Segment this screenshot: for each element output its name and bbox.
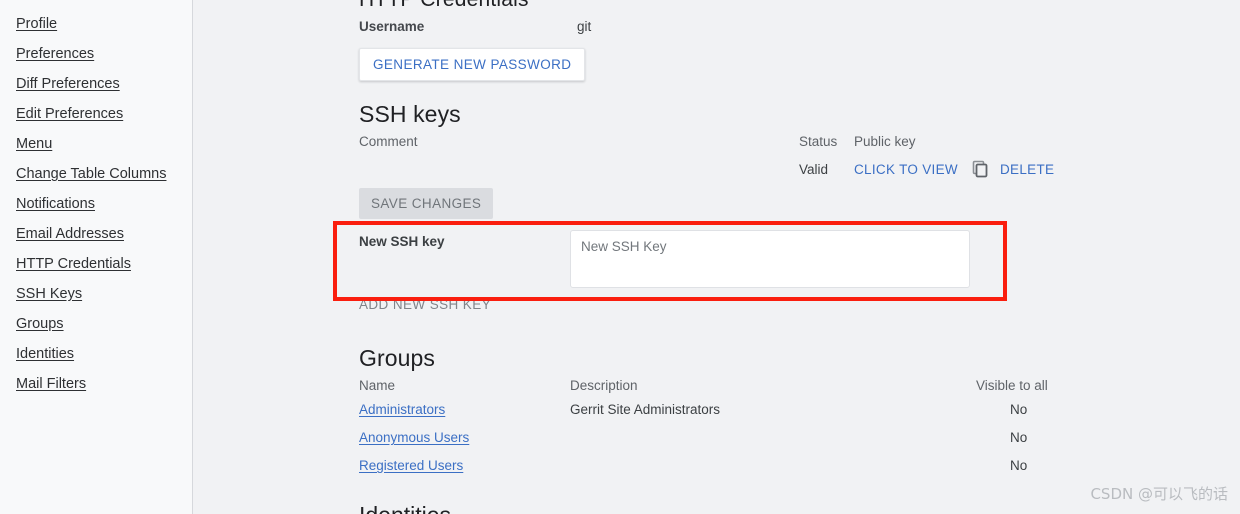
settings-sidebar: Profile Preferences Diff Preferences Edi… <box>0 0 193 514</box>
http-credentials-heading: HTTP Credentials <box>359 0 529 12</box>
group-visible-value: No <box>1010 402 1028 417</box>
group-link-administrators[interactable]: Administrators <box>359 402 445 417</box>
column-header-visible-to-all: Visible to all <box>976 378 1048 393</box>
sidebar-item-identities[interactable]: Identities <box>0 346 192 362</box>
sidebar-item-notifications[interactable]: Notifications <box>0 196 192 212</box>
sidebar-item-change-table-columns[interactable]: Change Table Columns <box>0 166 192 182</box>
add-new-ssh-key-button[interactable]: ADD NEW SSH KEY <box>359 297 491 312</box>
new-ssh-key-input[interactable] <box>570 230 970 288</box>
username-row: Username git <box>359 18 1059 34</box>
delete-ssh-key-link[interactable]: DELETE <box>1000 162 1054 177</box>
generate-new-password-button[interactable]: GENERATE NEW PASSWORD <box>359 48 586 81</box>
column-header-description: Description <box>570 378 638 393</box>
sidebar-item-mail-filters[interactable]: Mail Filters <box>0 376 192 392</box>
column-header-public-key: Public key <box>854 134 916 149</box>
ssh-key-status-value: Valid <box>799 162 829 177</box>
column-header-name: Name <box>359 378 396 393</box>
click-to-view-link[interactable]: CLICK TO VIEW <box>854 162 958 177</box>
group-visible-value: No <box>1010 430 1028 445</box>
sidebar-item-groups[interactable]: Groups <box>0 316 192 332</box>
identities-heading: Identities <box>359 502 451 514</box>
group-link-anonymous-users[interactable]: Anonymous Users <box>359 430 469 445</box>
settings-page: Profile Preferences Diff Preferences Edi… <box>0 0 1240 514</box>
column-header-comment: Comment <box>359 134 418 149</box>
sidebar-item-menu[interactable]: Menu <box>0 136 192 152</box>
watermark: CSDN @可以飞的话 <box>1090 485 1228 503</box>
groups-heading: Groups <box>359 345 436 371</box>
sidebar-item-profile[interactable]: Profile <box>0 16 192 32</box>
column-header-status: Status <box>799 134 838 149</box>
ssh-keys-heading: SSH keys <box>359 101 461 127</box>
save-changes-button[interactable]: SAVE CHANGES <box>359 188 494 219</box>
sidebar-item-email-addresses[interactable]: Email Addresses <box>0 226 192 242</box>
sidebar-item-ssh-keys[interactable]: SSH Keys <box>0 286 192 302</box>
copy-icon[interactable] <box>971 160 989 178</box>
username-label: Username <box>359 19 425 34</box>
group-description: Gerrit Site Administrators <box>570 402 721 417</box>
sidebar-item-diff-preferences[interactable]: Diff Preferences <box>0 76 192 92</box>
group-link-registered-users[interactable]: Registered Users <box>359 458 463 473</box>
sidebar-item-preferences[interactable]: Preferences <box>0 46 192 62</box>
sidebar-item-http-credentials[interactable]: HTTP Credentials <box>0 256 192 272</box>
group-visible-value: No <box>1010 458 1028 473</box>
settings-content: HTTP Credentials Username git GENERATE NE… <box>193 0 1240 514</box>
username-value: git <box>577 19 592 34</box>
new-ssh-key-label: New SSH key <box>359 234 445 249</box>
sidebar-item-edit-preferences[interactable]: Edit Preferences <box>0 106 192 122</box>
